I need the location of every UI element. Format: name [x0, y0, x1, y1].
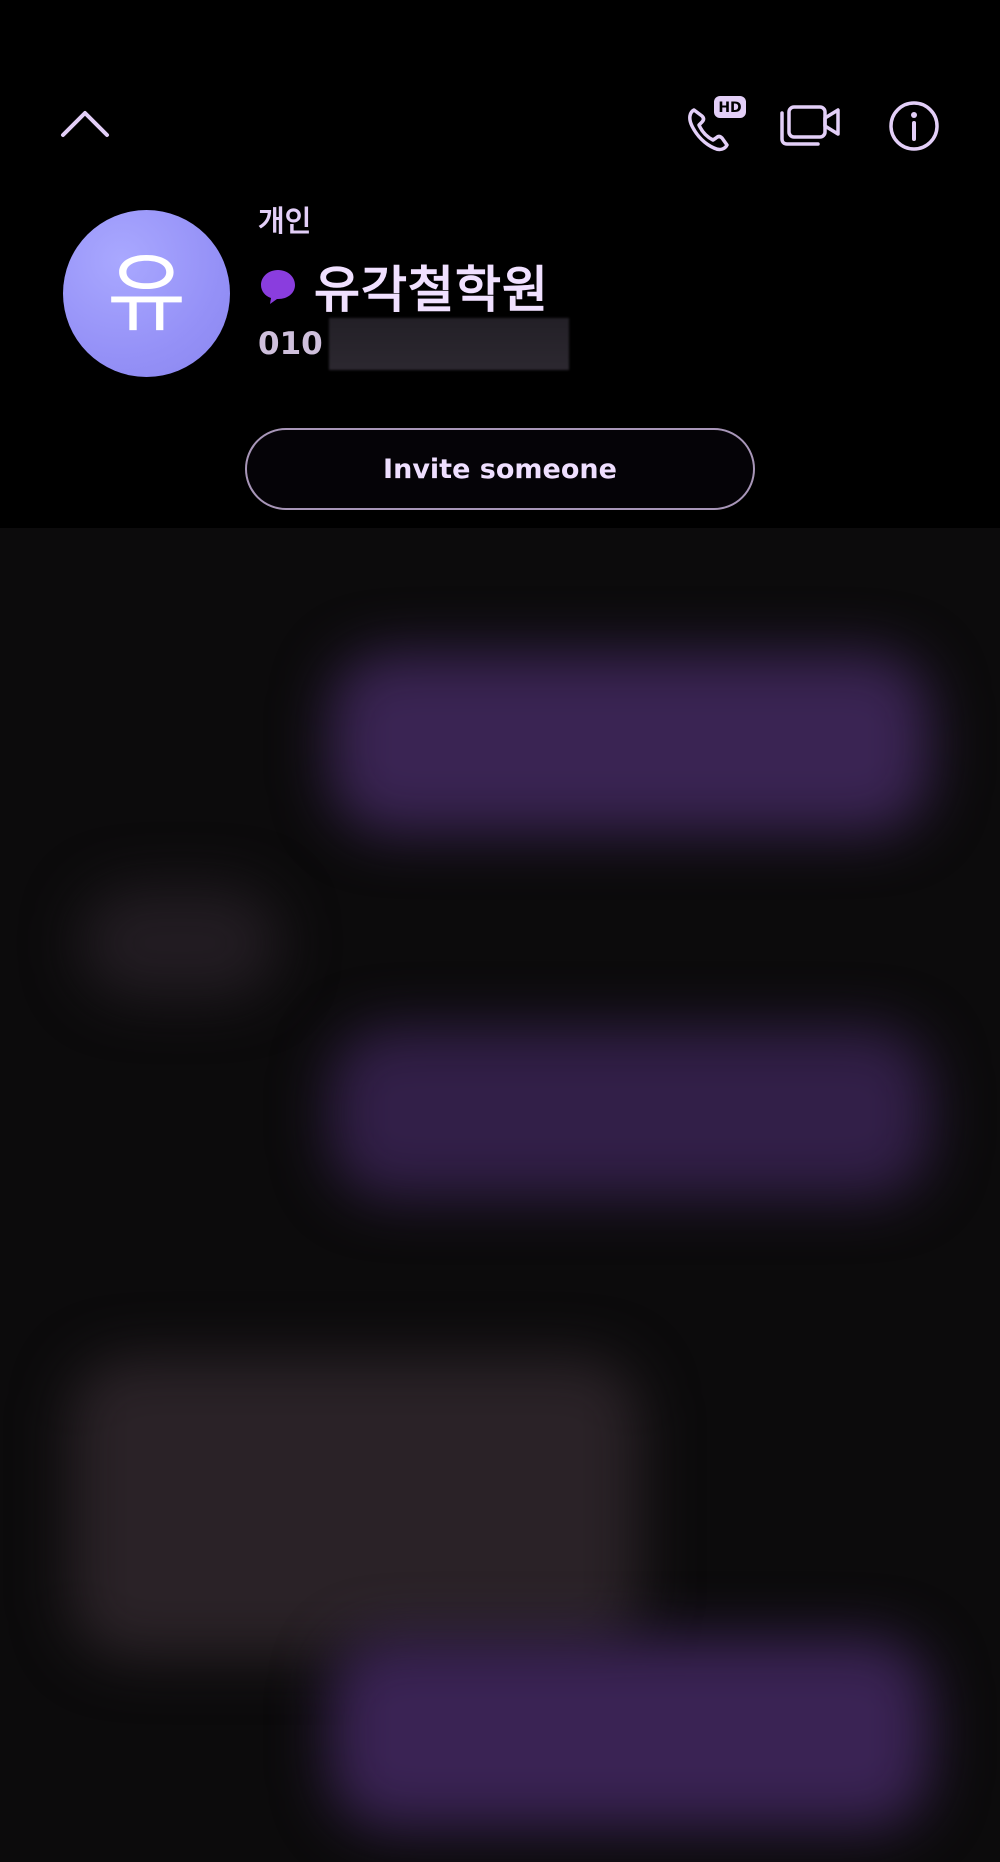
contact-phone: 010	[258, 318, 569, 370]
hd-voice-call-icon: HD	[688, 96, 746, 152]
avatar-initial: 유	[106, 243, 187, 344]
hd-voice-call-button[interactable]: HD	[680, 92, 750, 156]
contact-name-row: 유각철학원	[258, 250, 549, 322]
avatar[interactable]: 유	[63, 210, 230, 377]
hd-badge: HD	[718, 100, 741, 116]
phone-redaction	[328, 318, 569, 370]
contact-name: 유각철학원	[314, 261, 549, 319]
talk-bubble-icon	[258, 266, 298, 306]
message-bubble-incoming	[70, 1358, 640, 1658]
message-bubble-outgoing	[330, 653, 930, 833]
phone-prefix: 010	[258, 326, 323, 362]
chevron-up-icon	[61, 111, 109, 137]
info-icon	[889, 101, 939, 151]
invite-someone-button[interactable]: Invite someone	[245, 428, 755, 510]
message-bubble-incoming	[80, 888, 280, 998]
message-bubble-outgoing	[330, 1028, 930, 1198]
video-call-button[interactable]	[778, 98, 844, 150]
back-button[interactable]	[50, 98, 120, 148]
message-bubble-outgoing	[330, 1638, 930, 1828]
chat-header: HD 유 개인 유각철학원 010 Invite someone	[0, 0, 1000, 528]
chat-message-area	[0, 528, 1000, 1862]
info-button[interactable]	[884, 98, 944, 154]
video-call-icon	[780, 105, 840, 146]
contact-category: 개인	[258, 204, 312, 238]
